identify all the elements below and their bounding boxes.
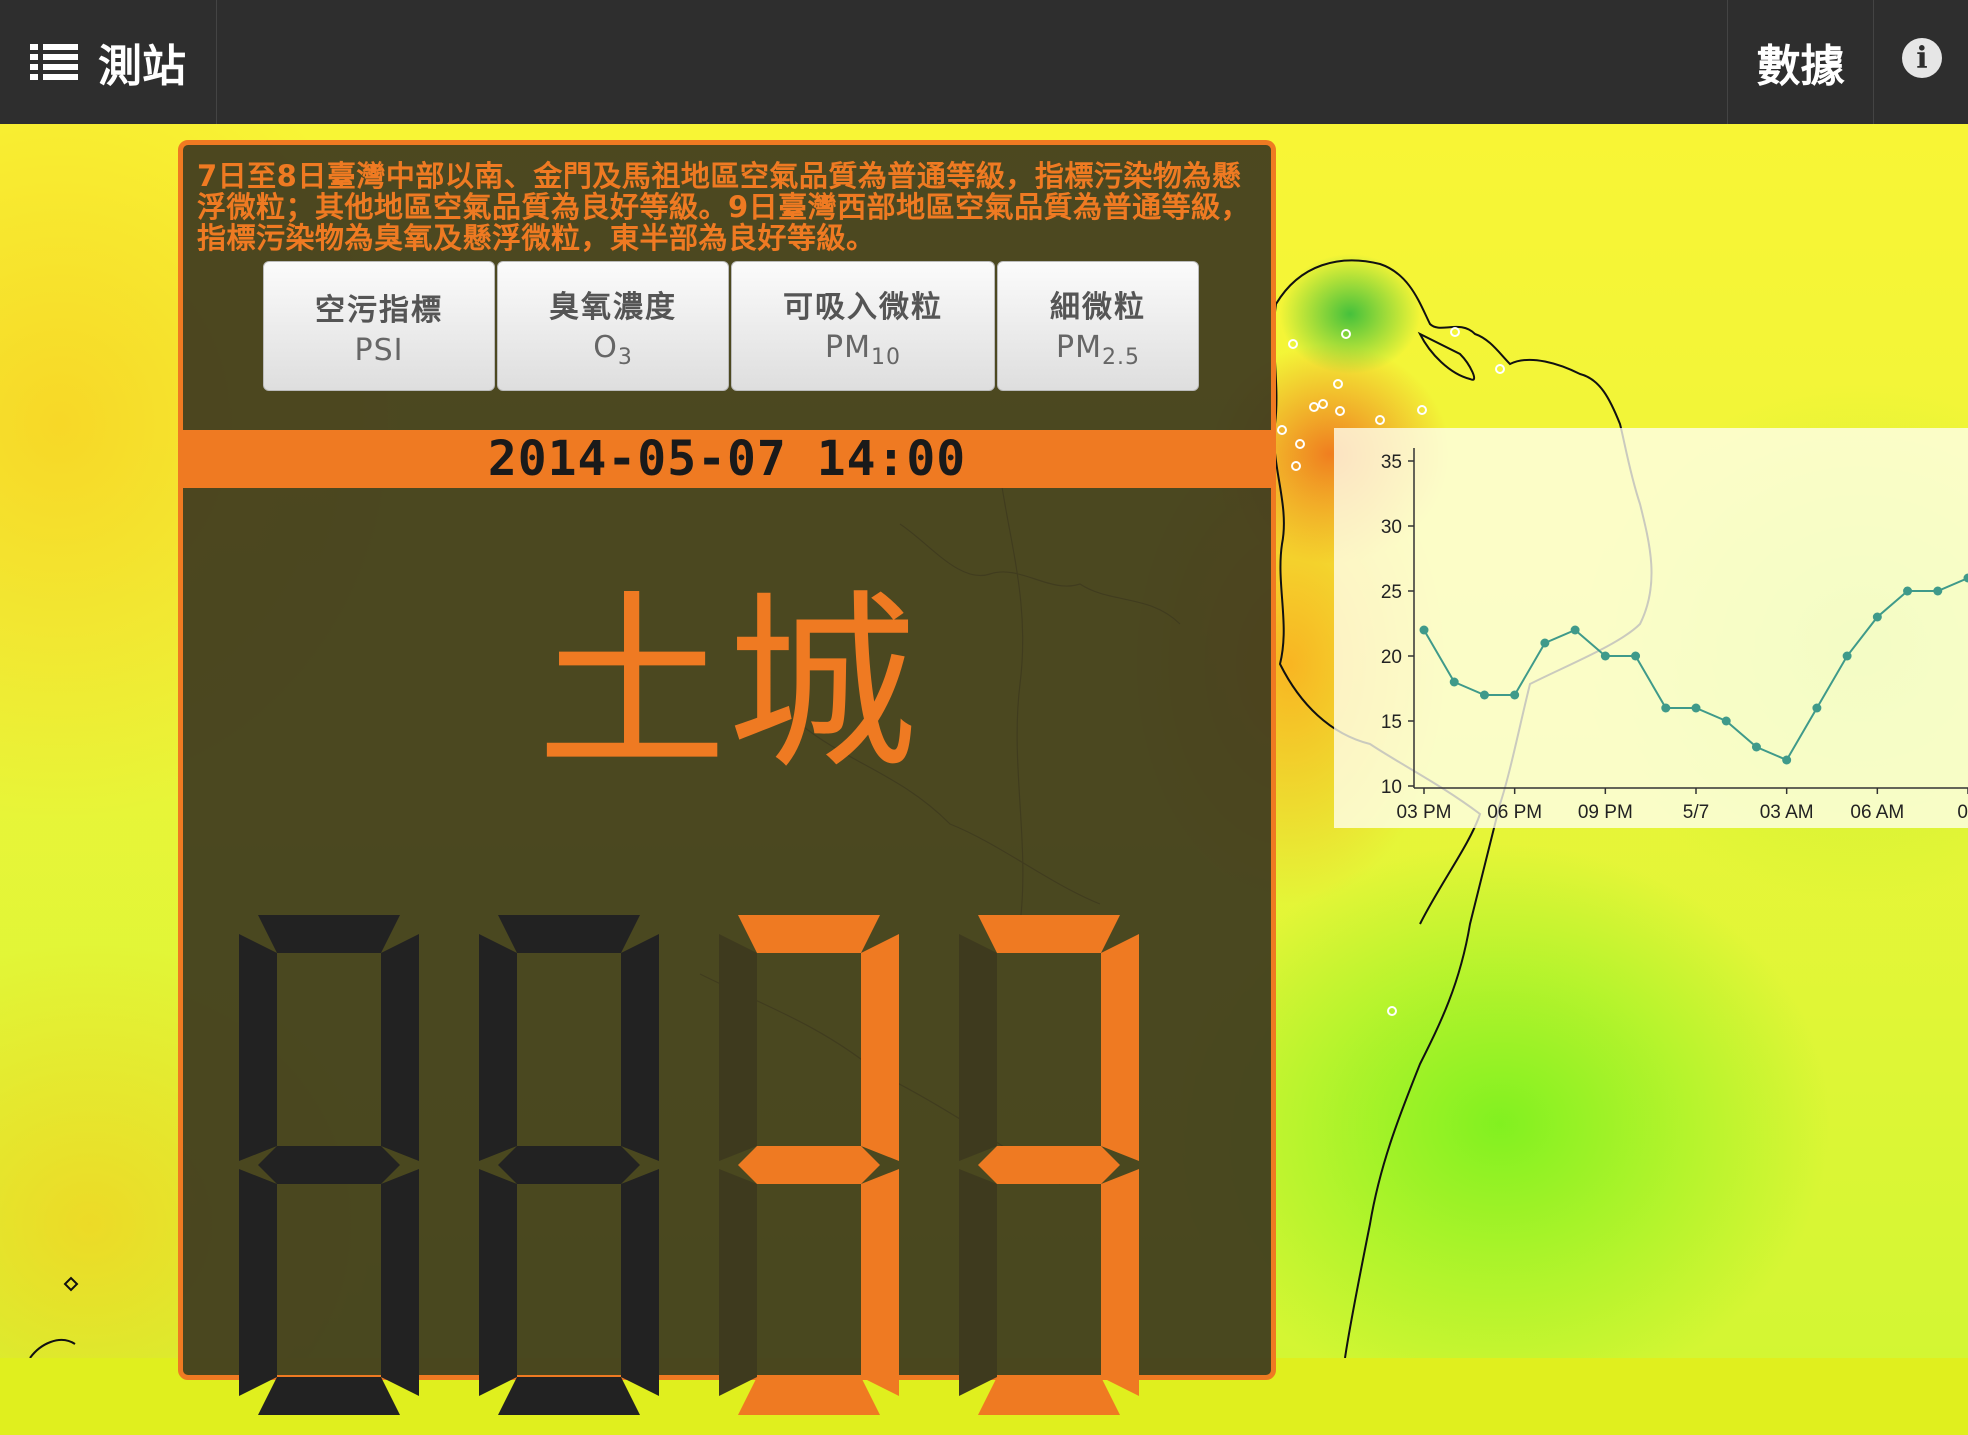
data-point[interactable]	[1571, 626, 1580, 635]
y-tick-label: 10	[1381, 777, 1402, 798]
digit-2-segment-g	[498, 1146, 640, 1184]
island-sw	[30, 1340, 75, 1358]
list-icon	[30, 42, 78, 82]
x-tick-label: 06 PM	[1487, 802, 1542, 823]
x-tick-label: 09 PM	[1578, 802, 1633, 823]
y-tick-label: 30	[1381, 517, 1402, 538]
digit-1-segment-c	[381, 1169, 419, 1396]
digit-1-segment-e	[239, 1169, 277, 1396]
digit-4-segment-c	[1101, 1169, 1139, 1396]
tab-pm10-code: PM	[825, 330, 871, 365]
tab-o3-label: 臭氧濃度	[549, 282, 677, 326]
digit-1-segment-g	[258, 1146, 400, 1184]
stations-label: 測站	[98, 30, 186, 94]
digit-2-segment-a	[498, 915, 640, 953]
data-point[interactable]	[1782, 756, 1791, 765]
data-point[interactable]	[1510, 691, 1519, 700]
digit-1-segment-d	[258, 1377, 400, 1415]
data-button[interactable]: 數據	[1727, 0, 1874, 124]
data-point[interactable]	[1873, 613, 1882, 622]
data-point[interactable]	[1480, 691, 1489, 700]
digit-1-segment-a	[258, 915, 400, 953]
tab-psi-code: PSI	[355, 333, 404, 368]
tab-pm25-label: 細微粒	[1050, 282, 1146, 326]
digit-1-segment-b	[381, 934, 419, 1161]
history-chart: 10 15 20 25 30 35 03 PM 06 PM 09 PM 5/7 03 AM 06 AM…	[1334, 428, 1968, 828]
data-point[interactable]	[1661, 704, 1670, 713]
digit-3-segment-b	[861, 934, 899, 1161]
timestamp-bar: 2014-05-07 14:00	[183, 430, 1271, 488]
data-point[interactable]	[1933, 587, 1942, 596]
y-tick-label: 25	[1381, 582, 1402, 603]
digit-4-segment-e	[959, 1169, 997, 1396]
island-small	[1420, 334, 1474, 380]
digit-3-segment-d	[738, 1377, 880, 1415]
digit-3-segment-c	[861, 1169, 899, 1396]
digit-2-segment-f	[479, 934, 517, 1161]
timestamp: 2014-05-07 14:00	[488, 431, 966, 487]
x-tick-label: 09	[1957, 802, 1968, 823]
tab-psi-label: 空污指標	[315, 285, 443, 329]
digit-2-segment-e	[479, 1169, 517, 1396]
x-tick-label: 5/7	[1683, 802, 1709, 823]
pollutant-tabs: 空污指標 PSI 臭氧濃度 O3 可吸入微粒 PM10 細微粒 PM2.5	[263, 261, 1201, 391]
data-point[interactable]	[1964, 574, 1968, 583]
data-point[interactable]	[1601, 652, 1610, 661]
y-tick-label: 15	[1381, 712, 1402, 733]
data-point[interactable]	[1420, 626, 1429, 635]
data-point[interactable]	[1450, 678, 1459, 687]
station-panel: 7日至8日臺灣中部以南、金門及馬祖地區空氣品質為普通等級，指標污染物為懸浮微粒；…	[178, 140, 1276, 1380]
info-icon[interactable]: i	[1902, 38, 1942, 78]
tab-o3[interactable]: 臭氧濃度 O3	[497, 261, 729, 391]
y-tick-label: 20	[1381, 647, 1402, 668]
digit-3-segment-e	[719, 1169, 757, 1396]
tab-o3-code: O	[593, 330, 618, 365]
top-bar: 測站 數據 i	[0, 0, 1968, 124]
tab-pm25-code: PM	[1056, 330, 1102, 365]
y-tick-label: 35	[1381, 452, 1402, 473]
data-point[interactable]	[1540, 639, 1549, 648]
tab-pm10[interactable]: 可吸入微粒 PM10	[731, 261, 995, 391]
history-chart-svg: 10 15 20 25 30 35 03 PM 06 PM 09 PM 5/7 03 AM 06 AM…	[1334, 428, 1968, 828]
tab-o3-sub: 3	[618, 345, 633, 370]
data-point[interactable]	[1843, 652, 1852, 661]
tab-pm10-sub: 10	[871, 345, 901, 370]
data-point[interactable]	[1722, 717, 1731, 726]
data-point[interactable]	[1692, 704, 1701, 713]
x-tick-label: 06 AM	[1850, 802, 1904, 823]
digit-2-segment-d	[498, 1377, 640, 1415]
stations-menu-button[interactable]: 測站	[0, 0, 217, 124]
tab-pm25-sub: 2.5	[1102, 345, 1140, 370]
data-point[interactable]	[1752, 743, 1761, 752]
x-tick-label: 03 PM	[1397, 802, 1452, 823]
x-tick-label: 03 AM	[1760, 802, 1814, 823]
digit-4-segment-g	[978, 1146, 1120, 1184]
digit-1-segment-f	[239, 934, 277, 1161]
digit-4-segment-d	[978, 1377, 1120, 1415]
islet	[65, 1278, 77, 1290]
digit-3-segment-a	[738, 915, 880, 953]
data-point[interactable]	[1631, 652, 1640, 661]
digit-2-segment-b	[621, 934, 659, 1161]
digit-2-segment-c	[621, 1169, 659, 1396]
station-name: 土城	[183, 585, 1271, 785]
seven-segment-display	[239, 915, 1239, 1435]
data-point[interactable]	[1812, 704, 1821, 713]
tab-pm10-label: 可吸入微粒	[783, 282, 943, 326]
air-quality-forecast: 7日至8日臺灣中部以南、金門及馬祖地區空氣品質為普通等級，指標污染物為懸浮微粒；…	[197, 161, 1267, 254]
digit-3-segment-f	[719, 934, 757, 1161]
series-line	[1424, 578, 1968, 760]
digit-4-segment-f	[959, 934, 997, 1161]
tab-pm25[interactable]: 細微粒 PM2.5	[997, 261, 1199, 391]
digit-4-segment-a	[978, 915, 1120, 953]
tab-psi[interactable]: 空污指標 PSI	[263, 261, 495, 391]
digit-3-segment-g	[738, 1146, 880, 1184]
digit-4-segment-b	[1101, 934, 1139, 1161]
data-point[interactable]	[1903, 587, 1912, 596]
